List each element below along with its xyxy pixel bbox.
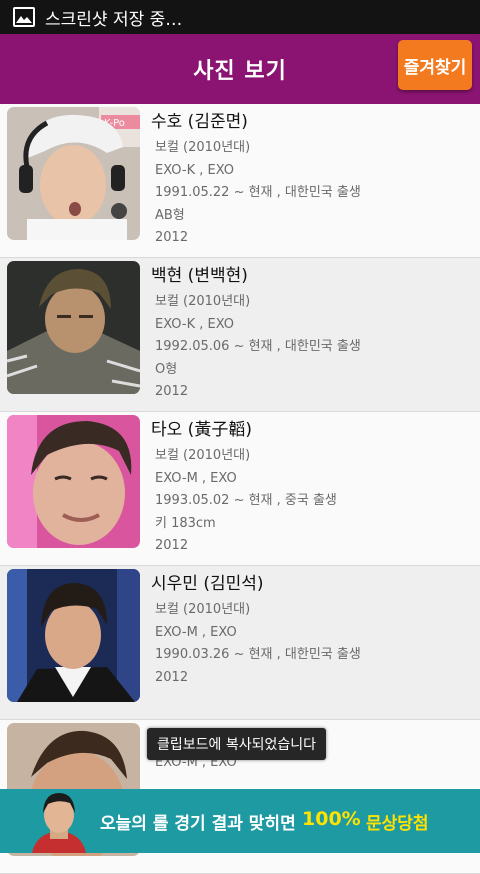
- member-role: 보컬 (2010년대): [155, 602, 251, 617]
- member-birth: 1992.05.06 ~ 현재 , 대한민국 출생: [155, 339, 361, 354]
- status-bar: 스크린샷 저장 중…: [0, 0, 480, 34]
- member-role: 보컬 (2010년대): [155, 140, 251, 155]
- member-extra: 키 183cm: [155, 515, 216, 531]
- member-name: 시우민 (김민석): [151, 574, 264, 594]
- member-birth: 1993.05.02 ~ 현재 , 중국 출생: [155, 493, 337, 508]
- ad-highlight: 100%: [302, 808, 361, 830]
- app-header: 사진 보기 즐겨찾기: [0, 34, 480, 104]
- member-debut: 2012: [155, 384, 189, 399]
- member-photo: [7, 415, 140, 548]
- member-extra: AB형: [155, 207, 185, 223]
- member-group: EXO-M , EXO: [155, 624, 237, 640]
- list-item[interactable]: 타오 (黃子韜) 보컬 (2010년대) EXO-M , EXO 1993.05…: [0, 412, 480, 566]
- list-item[interactable]: 시우민 (김민석) 보컬 (2010년대) EXO-M , EXO 1990.0…: [0, 566, 480, 720]
- member-debut: 2012: [155, 230, 189, 245]
- member-role: 보컬 (2010년대): [155, 448, 251, 463]
- member-photo: K-Po: [7, 107, 140, 240]
- toast-message: 클립보드에 복사되었습니다: [147, 728, 327, 760]
- ad-banner[interactable]: 오늘의 롤 경기 결과 맞히면 100% 문상당첨: [0, 789, 480, 853]
- page-title: 사진 보기: [193, 59, 287, 84]
- ad-avatar: [28, 789, 90, 853]
- list-item[interactable]: K-Po 수호 (김준면) 보컬 (2010년대) EXO-K , EXO 19…: [0, 104, 480, 258]
- member-birth: 1991.05.22 ~ 현재 , 대한민국 출생: [155, 185, 361, 200]
- member-group: EXO-M , EXO: [155, 470, 237, 486]
- member-debut: 2012: [155, 538, 189, 553]
- member-birth: 1990.03.26 ~ 현재 , 대한민국 출생: [155, 647, 361, 662]
- favorites-button[interactable]: 즐겨찾기: [398, 40, 472, 90]
- member-extra: O형: [155, 361, 178, 377]
- member-group: EXO-K , EXO: [155, 162, 235, 178]
- status-text: 스크린샷 저장 중…: [45, 9, 183, 30]
- ad-prize: 문상당첨: [366, 814, 429, 834]
- image-icon: [13, 7, 35, 27]
- member-photo: [7, 569, 140, 702]
- member-name: 타오 (黃子韜): [151, 420, 252, 440]
- ad-text: 오늘의 롤 경기 결과 맞히면: [100, 814, 296, 834]
- member-role: 보컬 (2010년대): [155, 294, 251, 309]
- member-name: 수호 (김준면): [151, 112, 248, 132]
- member-name: 백현 (변백현): [151, 266, 248, 286]
- member-group: EXO-K , EXO: [155, 316, 235, 332]
- member-debut: 2012: [155, 669, 189, 685]
- list-item[interactable]: 백현 (변백현) 보컬 (2010년대) EXO-K , EXO 1992.05…: [0, 258, 480, 412]
- member-photo: [7, 261, 140, 394]
